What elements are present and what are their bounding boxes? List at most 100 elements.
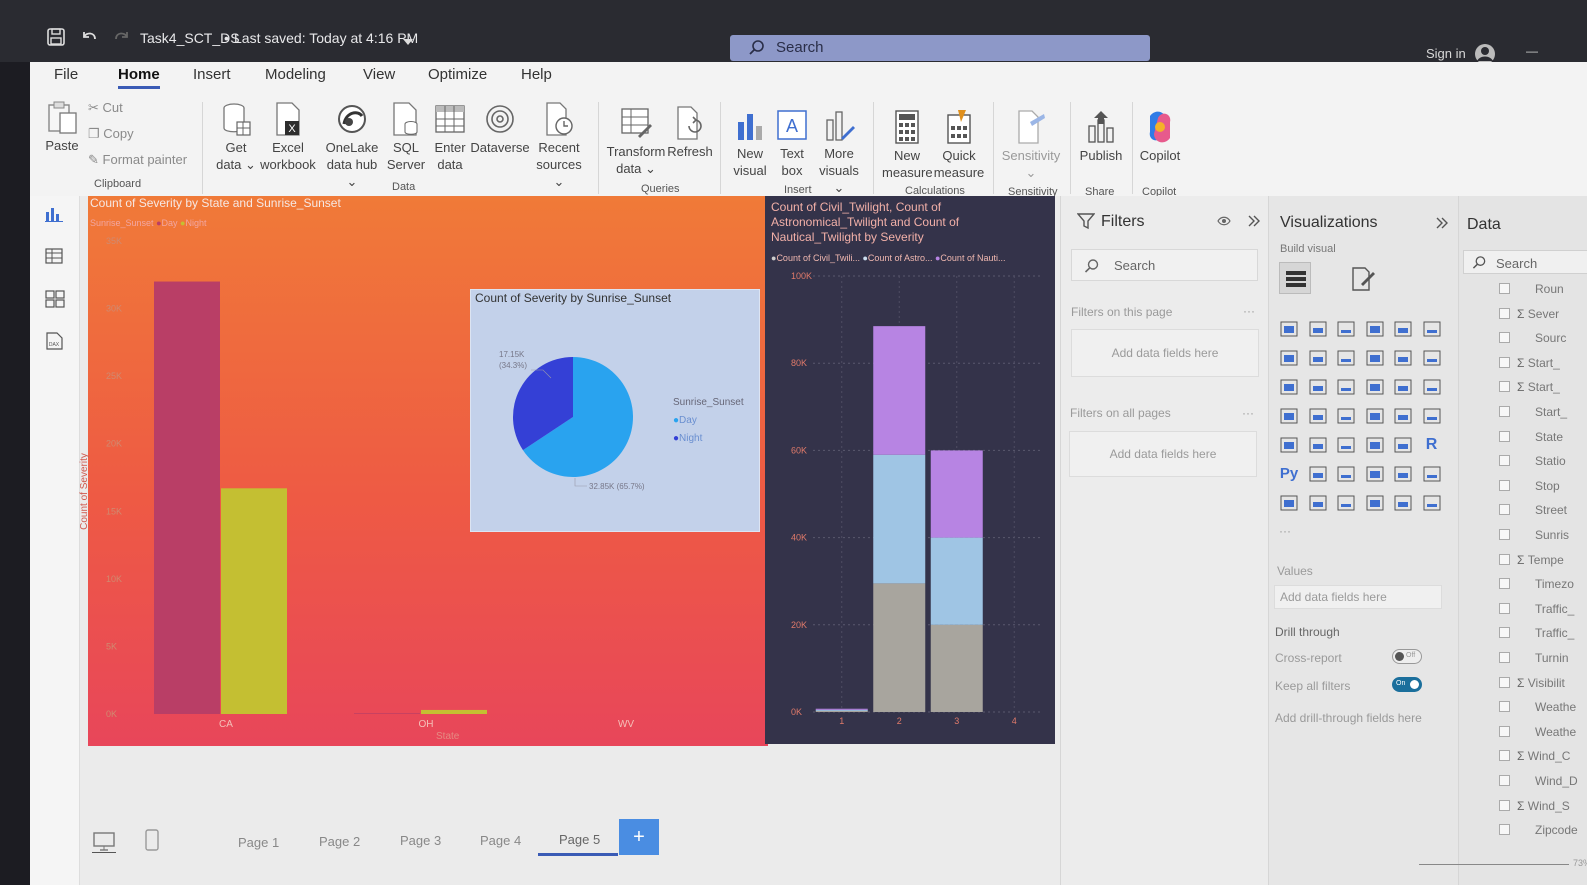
narrative-icon[interactable] <box>1393 465 1413 483</box>
table-view-icon[interactable] <box>45 248 63 264</box>
field-checkbox[interactable] <box>1499 701 1510 713</box>
field-checkbox[interactable] <box>1499 504 1510 516</box>
desktop-layout-icon[interactable] <box>92 831 116 853</box>
page-tab-5[interactable]: Page 5 <box>559 832 600 847</box>
tab-file[interactable]: File <box>54 66 78 83</box>
stacked-area-icon[interactable] <box>1336 349 1356 367</box>
kpi-icon[interactable] <box>1308 436 1328 454</box>
refresh-button[interactable]: Refresh <box>666 106 714 160</box>
field-checkbox[interactable] <box>1499 578 1510 590</box>
table-icon[interactable] <box>1365 436 1385 454</box>
field-item[interactable]: Traffic_ <box>1535 602 1574 616</box>
field-checkbox[interactable] <box>1499 750 1510 762</box>
tab-view[interactable]: View <box>363 66 395 83</box>
ribbon-icon[interactable] <box>1365 349 1385 367</box>
field-item[interactable]: Zipcode <box>1535 823 1578 837</box>
cross-report-toggle[interactable]: Off <box>1392 649 1422 664</box>
format-visual-icon[interactable] <box>1349 266 1377 292</box>
field-item[interactable]: Σ Wind_S <box>1517 799 1570 813</box>
field-item[interactable]: Turnin <box>1535 651 1569 665</box>
line-column-icon[interactable] <box>1279 378 1299 396</box>
tab-home[interactable]: Home <box>118 66 160 89</box>
paste-button[interactable]: Paste <box>42 100 82 154</box>
filters-all-pages-more[interactable]: ··· <box>1242 406 1254 420</box>
field-checkbox[interactable] <box>1499 381 1510 393</box>
copy-button[interactable]: ❐ Copy <box>88 126 134 142</box>
stacked-column-icon[interactable] <box>1365 320 1385 338</box>
line-stacked-icon[interactable] <box>1308 378 1328 396</box>
more-visuals-button[interactable]: More visuals ⌄ <box>812 108 866 196</box>
field-item[interactable]: Σ Start_ <box>1517 356 1560 370</box>
values-dropzone[interactable]: Add data fields here <box>1274 585 1442 609</box>
key-influencers-icon[interactable] <box>1308 465 1328 483</box>
power-automate-icon[interactable] <box>1336 494 1356 512</box>
minimize-button[interactable]: — <box>1526 44 1538 58</box>
azure-map-icon[interactable] <box>1365 407 1385 425</box>
tab-modeling[interactable]: Modeling <box>265 66 326 83</box>
page-tab-3[interactable]: Page 3 <box>400 833 441 848</box>
filters-on-page-more[interactable]: ··· <box>1243 304 1255 318</box>
field-checkbox[interactable] <box>1499 283 1510 294</box>
field-item[interactable]: Start_ <box>1535 405 1567 419</box>
field-checkbox[interactable] <box>1499 652 1510 663</box>
text-box-button[interactable]: A Text box <box>774 108 810 179</box>
field-checkbox[interactable] <box>1499 602 1510 614</box>
enter-data-button[interactable]: Enter data <box>430 102 470 173</box>
field-checkbox[interactable] <box>1499 824 1510 836</box>
new-measure-button[interactable]: New measure <box>882 110 933 181</box>
filters-page-dropzone[interactable]: Add data fields here <box>1071 329 1259 377</box>
field-item[interactable]: Weathe <box>1535 700 1576 714</box>
new-visual-button[interactable]: New visual <box>730 108 770 179</box>
field-checkbox[interactable] <box>1499 553 1510 565</box>
report-view-icon[interactable] <box>45 206 63 222</box>
add-page-button[interactable]: + <box>619 819 659 855</box>
field-item[interactable]: Street <box>1535 503 1567 517</box>
chevron-down-icon[interactable] <box>402 37 414 47</box>
eye-icon[interactable] <box>1217 215 1231 227</box>
field-checkbox[interactable] <box>1499 529 1510 540</box>
python-visual-icon[interactable]: Py <box>1279 465 1299 483</box>
field-checkbox[interactable] <box>1499 479 1510 491</box>
qa-icon[interactable] <box>1365 465 1385 483</box>
filled-map-icon[interactable] <box>1336 407 1356 425</box>
field-item[interactable]: Sourc <box>1535 331 1566 345</box>
sign-in-link[interactable]: Sign in <box>1426 46 1466 61</box>
field-item[interactable]: Stop <box>1535 479 1560 493</box>
format-painter-button[interactable]: ✎ Format painter <box>88 152 187 168</box>
field-item[interactable]: Σ Wind_C <box>1517 749 1570 763</box>
model-view-icon[interactable] <box>45 290 65 308</box>
card-icon[interactable] <box>1422 407 1442 425</box>
tab-insert[interactable]: Insert <box>193 66 231 83</box>
page-tab-4[interactable]: Page 4 <box>480 833 521 848</box>
field-checkbox[interactable] <box>1499 676 1510 688</box>
trophy-icon[interactable] <box>1422 465 1442 483</box>
sql-server-button[interactable]: SQL Server <box>386 102 426 173</box>
field-item[interactable]: Σ Sever <box>1517 307 1559 321</box>
area-icon[interactable] <box>1308 349 1328 367</box>
data-search-input[interactable]: Search <box>1463 250 1587 274</box>
field-item[interactable]: Wind_D <box>1535 774 1578 788</box>
field-item[interactable]: State <box>1535 430 1563 444</box>
dataverse-button[interactable]: Dataverse <box>470 102 530 156</box>
field-item[interactable]: Traffic_ <box>1535 626 1574 640</box>
redo-icon[interactable] <box>113 28 131 46</box>
twilight-by-severity-chart[interactable]: Count of Civil_Twilight, Count of Astron… <box>765 196 1055 744</box>
field-checkbox[interactable] <box>1499 455 1510 467</box>
tab-optimize[interactable]: Optimize <box>428 66 487 83</box>
field-item[interactable]: Sunris <box>1535 528 1569 542</box>
save-icon[interactable] <box>47 28 65 46</box>
more-chevron-icon[interactable] <box>1422 494 1442 512</box>
funnel-icon[interactable] <box>1336 378 1356 396</box>
stacked-bar-icon[interactable] <box>1279 320 1299 338</box>
gauge-icon[interactable] <box>1393 407 1413 425</box>
transform-data-button[interactable]: Transform data ⌄ <box>606 106 666 177</box>
publish-button[interactable]: Publish <box>1076 110 1126 164</box>
field-checkbox[interactable] <box>1499 799 1510 811</box>
zoom-slider[interactable] <box>1419 864 1569 865</box>
field-checkbox[interactable] <box>1499 307 1510 319</box>
sensitivity-button[interactable]: Sensitivity ⌄ <box>1000 110 1062 181</box>
field-checkbox[interactable] <box>1499 332 1510 344</box>
field-checkbox[interactable] <box>1499 725 1510 737</box>
field-checkbox[interactable] <box>1499 627 1510 639</box>
excel-workbook-button[interactable]: X Excel workbook <box>258 102 318 173</box>
